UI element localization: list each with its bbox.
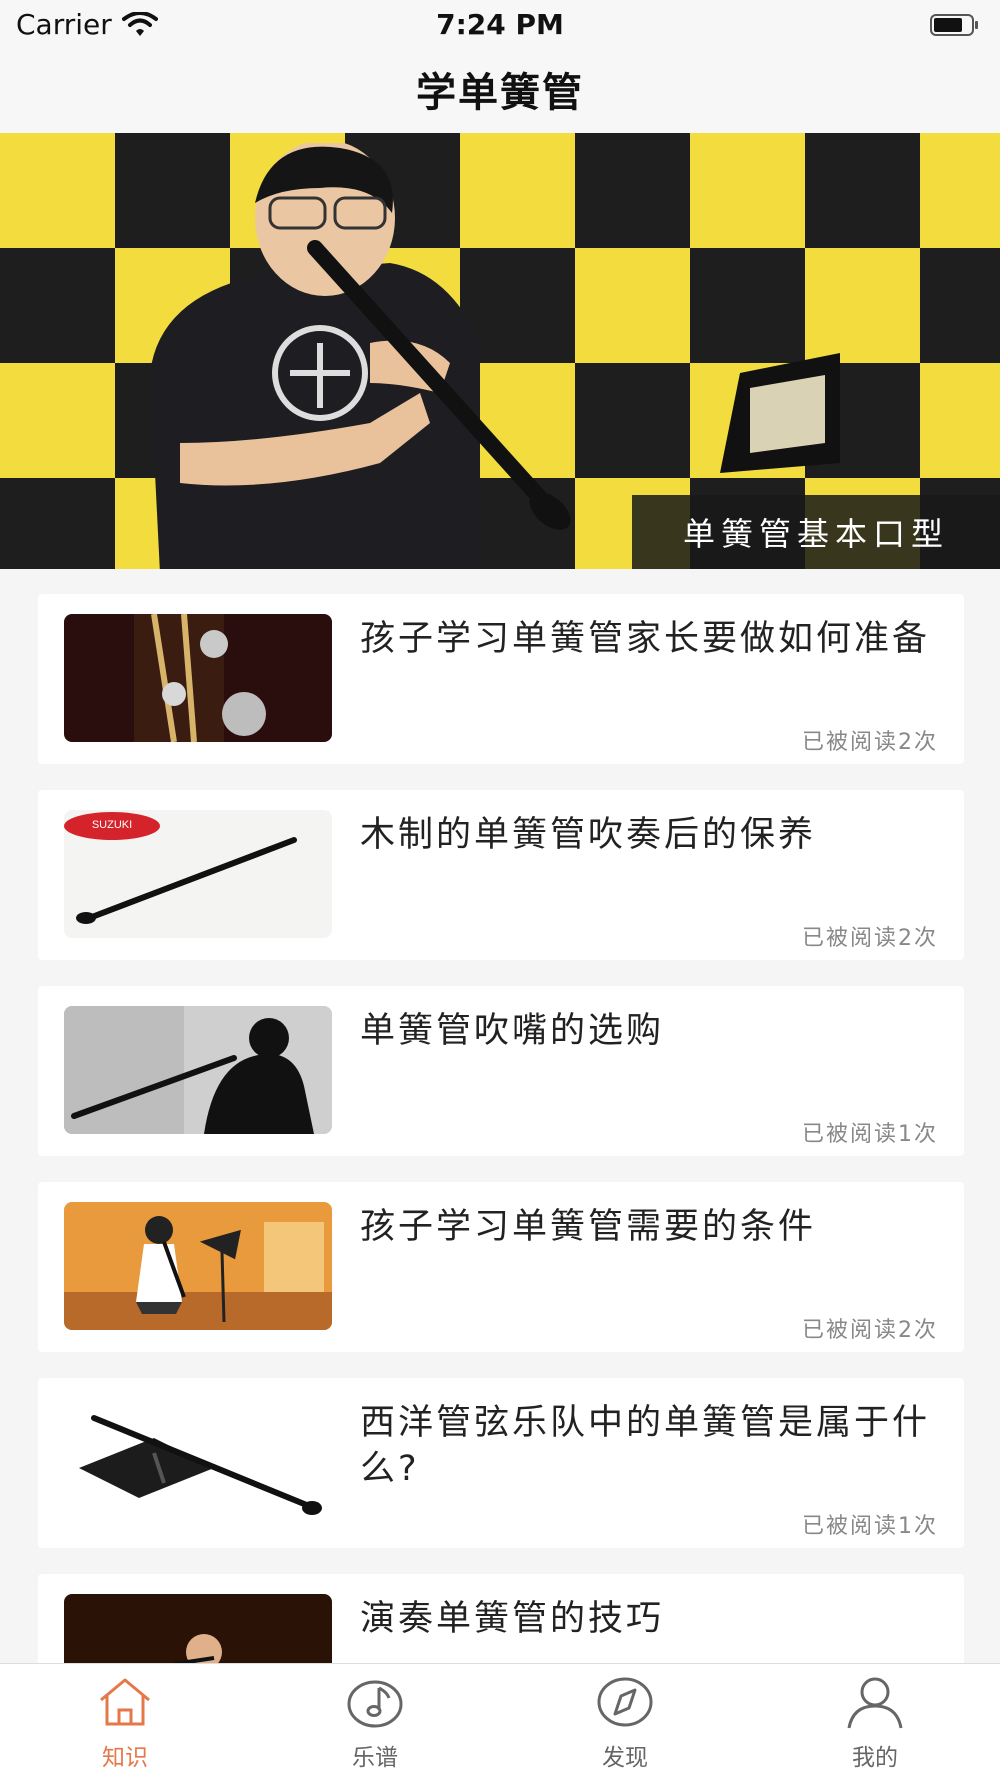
list-item[interactable]: 单簧管吹嘴的选购 已被阅读1次 [38, 986, 964, 1156]
read-count: 已被阅读2次 [802, 1318, 938, 1343]
tab-label: 发现 [602, 1745, 648, 1771]
read-count: 已被阅读1次 [802, 1514, 938, 1539]
svg-text:SUZUKI: SUZUKI [92, 819, 132, 831]
status-time: 7:24 PM [436, 8, 564, 41]
compass-icon [597, 1677, 653, 1727]
article-title: 演奏单簧管的技巧 [360, 1599, 665, 1639]
read-count: 已被阅读2次 [802, 926, 938, 951]
read-count: 已被阅读2次 [802, 730, 938, 755]
tab-mine[interactable]: 我的 [750, 1664, 1000, 1779]
tab-discover[interactable]: 发现 [500, 1664, 750, 1779]
banner[interactable]: 单簧管基本口型 [0, 133, 1000, 569]
article-thumbnail: SUZUKI [64, 810, 332, 938]
article-title: 木制的单簧管吹奏后的保养 [360, 815, 817, 855]
article-title: 西洋管弦乐队中的单簧管是属于什么? [360, 1403, 931, 1489]
list-item[interactable]: SUZUKI 木制的单簧管吹奏后的保养 已被阅读2次 [38, 790, 964, 960]
article-thumbnail [64, 1398, 332, 1526]
article-title: 单簧管吹嘴的选购 [360, 1011, 665, 1051]
tab-sheet-music[interactable]: 乐谱 [250, 1664, 500, 1779]
tab-label: 乐谱 [352, 1745, 398, 1771]
list-item[interactable]: 西洋管弦乐队中的单簧管是属于什么? 已被阅读1次 [38, 1378, 964, 1548]
tab-bar: 知识 乐谱 发现 我的 [0, 1663, 1000, 1779]
article-title: 孩子学习单簧管需要的条件 [360, 1207, 817, 1247]
list-item[interactable]: 孩子学习单簧管需要的条件 已被阅读2次 [38, 1182, 964, 1352]
nav-bar: 学单簧管 [0, 50, 1000, 133]
battery-icon [930, 14, 978, 36]
article-thumbnail [64, 614, 332, 742]
tab-knowledge[interactable]: 知识 [0, 1664, 250, 1779]
article-thumbnail [64, 1202, 332, 1330]
tab-label: 我的 [852, 1745, 898, 1771]
banner-caption: 单簧管基本口型 [632, 495, 1000, 569]
person-icon [847, 1677, 903, 1729]
tab-label: 知识 [102, 1745, 148, 1771]
article-list: 孩子学习单簧管家长要做如何准备 已被阅读2次 SUZUKI 木制的单簧管吹奏后的… [38, 594, 964, 1770]
music-note-icon [347, 1680, 403, 1728]
status-bar: Carrier 7:24 PM [0, 0, 1000, 50]
read-count: 已被阅读1次 [802, 1122, 938, 1147]
article-thumbnail [64, 1006, 332, 1134]
home-icon [100, 1678, 150, 1726]
list-item[interactable]: 孩子学习单簧管家长要做如何准备 已被阅读2次 [38, 594, 964, 764]
article-title: 孩子学习单簧管家长要做如何准备 [360, 619, 931, 659]
page-title: 学单簧管 [416, 70, 584, 116]
